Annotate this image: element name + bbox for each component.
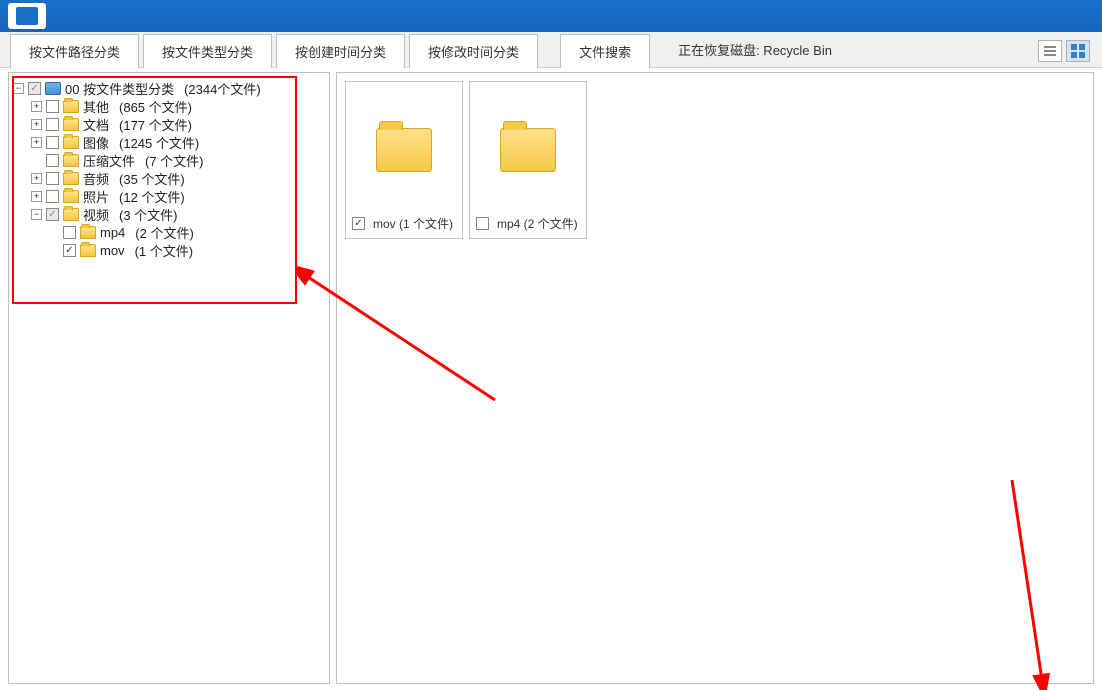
folder-icon <box>80 226 96 239</box>
recovery-status: 正在恢复磁盘: Recycle Bin <box>678 40 832 59</box>
tree-label: 文档 <box>83 115 109 134</box>
tree-count: (35 个文件) <box>119 169 185 188</box>
tab-path[interactable]: 按文件路径分类 <box>10 34 139 68</box>
grid-view-button[interactable] <box>1066 40 1090 62</box>
expander[interactable]: + <box>31 101 42 112</box>
list-icon <box>1044 46 1056 56</box>
thumb-label: mp4 (2 个文件) <box>497 215 578 232</box>
checkbox-video[interactable] <box>46 208 59 221</box>
app-header <box>0 0 1102 32</box>
folder-icon <box>376 128 432 172</box>
tree-label: mp4 <box>100 225 125 240</box>
expander[interactable]: + <box>31 173 42 184</box>
expander-root[interactable]: − <box>13 83 24 94</box>
folder-icon <box>80 244 96 257</box>
tree-count: (7 个文件) <box>145 151 204 170</box>
tree-count: (865 个文件) <box>119 97 192 116</box>
tree-label: mov <box>100 243 125 258</box>
tree-sidebar: − 00 按文件类型分类 (2344个文件) + 其他 (865 个文件) + … <box>8 72 330 684</box>
tree-label: 照片 <box>83 187 109 206</box>
drive-icon <box>45 82 61 95</box>
tree-label: 其他 <box>83 97 109 116</box>
expander-video[interactable]: − <box>31 209 42 220</box>
checkbox[interactable] <box>46 172 59 185</box>
list-view-button[interactable] <box>1038 40 1062 62</box>
tree-root-count: (2344个文件) <box>184 79 261 98</box>
thumbnail-mov[interactable]: mov (1 个文件) <box>345 81 463 239</box>
folder-icon <box>63 190 79 203</box>
app-logo <box>8 3 46 29</box>
expander[interactable]: + <box>31 137 42 148</box>
tree-count: (2 个文件) <box>135 223 194 242</box>
tree-count: (1245 个文件) <box>119 133 199 152</box>
grid-icon <box>1071 44 1085 58</box>
tab-created[interactable]: 按创建时间分类 <box>276 34 405 68</box>
folder-icon <box>500 128 556 172</box>
thumbnail-area: mov (1 个文件) mp4 (2 个文件) <box>336 72 1094 684</box>
checkbox-mov[interactable] <box>63 244 76 257</box>
expander[interactable]: + <box>31 119 42 130</box>
folder-icon <box>63 172 79 185</box>
tab-search[interactable]: 文件搜索 <box>560 34 650 68</box>
thumb-checkbox-mov[interactable] <box>352 217 365 230</box>
folder-icon <box>63 136 79 149</box>
tree-label: 图像 <box>83 133 109 152</box>
thumb-checkbox-mp4[interactable] <box>476 217 489 230</box>
tab-filetype[interactable]: 按文件类型分类 <box>143 34 272 68</box>
checkbox[interactable] <box>46 136 59 149</box>
tree-label: 视频 <box>83 205 109 224</box>
tree-label: 音频 <box>83 169 109 188</box>
thumb-label: mov (1 个文件) <box>373 215 453 232</box>
checkbox[interactable] <box>46 118 59 131</box>
checkbox[interactable] <box>46 154 59 167</box>
checkbox[interactable] <box>46 100 59 113</box>
tab-modified[interactable]: 按修改时间分类 <box>409 34 538 68</box>
file-type-tree[interactable]: − 00 按文件类型分类 (2344个文件) + 其他 (865 个文件) + … <box>13 79 325 259</box>
checkbox-mp4[interactable] <box>63 226 76 239</box>
view-switch <box>1038 40 1090 62</box>
tree-count: (177 个文件) <box>119 115 192 134</box>
expander[interactable]: + <box>31 191 42 202</box>
tree-label: 压缩文件 <box>83 151 135 170</box>
tree-count: (12 个文件) <box>119 187 185 206</box>
tree-root-label: 00 按文件类型分类 <box>65 79 174 98</box>
folder-icon <box>63 208 79 221</box>
folder-icon <box>63 118 79 131</box>
tree-count: (1 个文件) <box>135 241 194 260</box>
tree-count: (3 个文件) <box>119 205 178 224</box>
checkbox-root[interactable] <box>28 82 41 95</box>
tab-bar: 按文件路径分类 按文件类型分类 按创建时间分类 按修改时间分类 文件搜索 正在恢… <box>0 32 1102 68</box>
checkbox[interactable] <box>46 190 59 203</box>
thumbnail-mp4[interactable]: mp4 (2 个文件) <box>469 81 587 239</box>
folder-icon <box>63 154 79 167</box>
folder-icon <box>63 100 79 113</box>
